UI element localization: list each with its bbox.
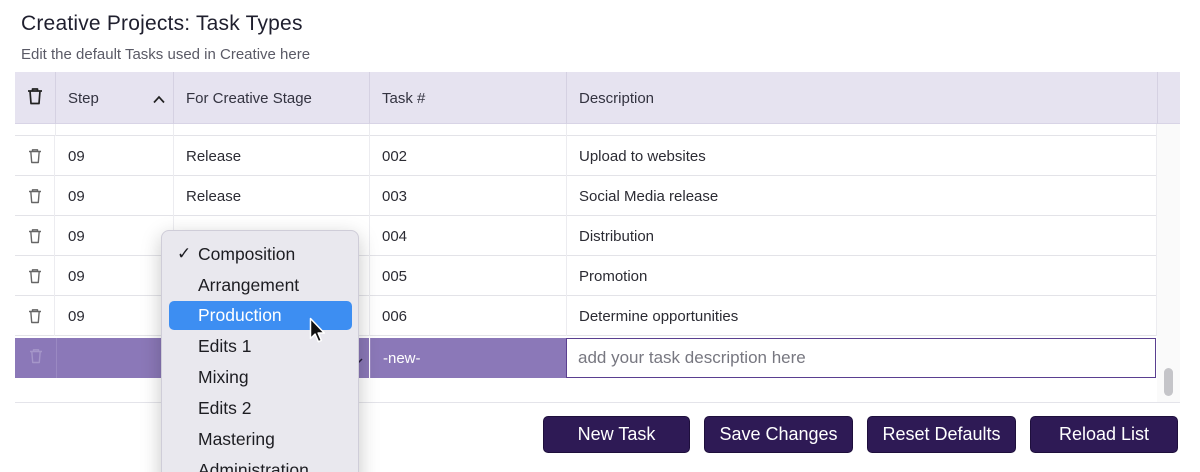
dropdown-option-mastering[interactable]: Mastering bbox=[169, 425, 352, 454]
trash-icon bbox=[29, 348, 43, 369]
delete-all-button[interactable] bbox=[15, 72, 56, 124]
cell-description: Upload to websites bbox=[579, 147, 706, 165]
table-row[interactable]: 09 Release 002 Upload to websites bbox=[15, 136, 1157, 176]
cell-step: 09 bbox=[68, 227, 85, 245]
column-label-step: Step bbox=[68, 89, 99, 107]
delete-row-button[interactable] bbox=[15, 256, 55, 296]
trash-icon bbox=[28, 228, 42, 244]
cell-step: 09 bbox=[68, 187, 85, 205]
dropdown-option-administration[interactable]: Administration bbox=[169, 456, 352, 472]
cell-stage: Release bbox=[186, 187, 242, 205]
cell-step: 09 bbox=[68, 307, 85, 325]
dropdown-option-arrangement[interactable]: Arrangement bbox=[169, 271, 352, 300]
grid-header: Step For Creative Stage Task # Descripti… bbox=[15, 72, 1180, 124]
dropdown-option-mixing[interactable]: Mixing bbox=[169, 363, 352, 392]
delete-row-button[interactable] bbox=[15, 176, 55, 216]
task-description-input[interactable] bbox=[566, 338, 1156, 378]
cell-task: 005 bbox=[382, 267, 408, 285]
reset-defaults-button[interactable]: Reset Defaults bbox=[867, 416, 1016, 453]
new-task-button[interactable]: New Task bbox=[543, 416, 690, 453]
cell-description: Social Media release bbox=[579, 187, 719, 205]
delete-row-button[interactable] bbox=[15, 296, 55, 336]
scrollbar-thumb[interactable] bbox=[1164, 368, 1173, 396]
table-row[interactable]: 09 Release 003 Social Media release bbox=[15, 176, 1157, 216]
page-subtitle: Edit the default Tasks used in Creative … bbox=[21, 46, 311, 63]
cell-task: 003 bbox=[382, 187, 408, 205]
trash-icon bbox=[28, 308, 42, 324]
cell-task: 002 bbox=[382, 147, 408, 165]
cell-description: Distribution bbox=[579, 227, 655, 245]
cell-description: Determine opportunities bbox=[579, 307, 739, 325]
column-header-step[interactable]: Step bbox=[56, 72, 174, 124]
trash-icon bbox=[28, 268, 42, 284]
stage-dropdown-menu[interactable]: ✓ Composition Arrangement Production Edi… bbox=[161, 230, 359, 472]
delete-row-button[interactable] bbox=[15, 338, 56, 378]
column-label-stage: For Creative Stage bbox=[186, 89, 312, 107]
trash-icon bbox=[27, 87, 43, 109]
dropdown-option-edits-2[interactable]: Edits 2 bbox=[169, 394, 352, 423]
cell-stage: Release bbox=[186, 147, 242, 165]
column-header-description[interactable]: Description bbox=[567, 72, 1158, 124]
dropdown-option-composition[interactable]: ✓ Composition bbox=[169, 240, 352, 269]
delete-row-button[interactable] bbox=[15, 216, 55, 256]
cell-task: 004 bbox=[382, 227, 408, 245]
reload-list-button[interactable]: Reload List bbox=[1030, 416, 1178, 453]
new-step-cell[interactable] bbox=[56, 338, 174, 378]
page-title: Creative Projects: Task Types bbox=[21, 12, 303, 35]
trash-icon bbox=[28, 188, 42, 204]
cell-description: Promotion bbox=[579, 267, 648, 285]
delete-row-button[interactable] bbox=[15, 136, 55, 176]
mouse-cursor-icon bbox=[309, 317, 327, 350]
checkmark-icon: ✓ bbox=[177, 244, 192, 263]
cell-step: 09 bbox=[68, 147, 85, 165]
scrollbar-track[interactable] bbox=[1157, 124, 1180, 402]
cell-task: 006 bbox=[382, 307, 408, 325]
column-header-stage[interactable]: For Creative Stage bbox=[174, 72, 370, 124]
trash-icon bbox=[28, 148, 42, 164]
column-label-task: Task # bbox=[382, 89, 426, 107]
column-header-task[interactable]: Task # bbox=[370, 72, 567, 124]
save-changes-button[interactable]: Save Changes bbox=[704, 416, 853, 453]
cell-step: 09 bbox=[68, 267, 85, 285]
chevron-up-icon[interactable] bbox=[153, 91, 165, 108]
column-label-description: Description bbox=[579, 89, 655, 107]
new-task-number: -new- bbox=[370, 338, 566, 378]
